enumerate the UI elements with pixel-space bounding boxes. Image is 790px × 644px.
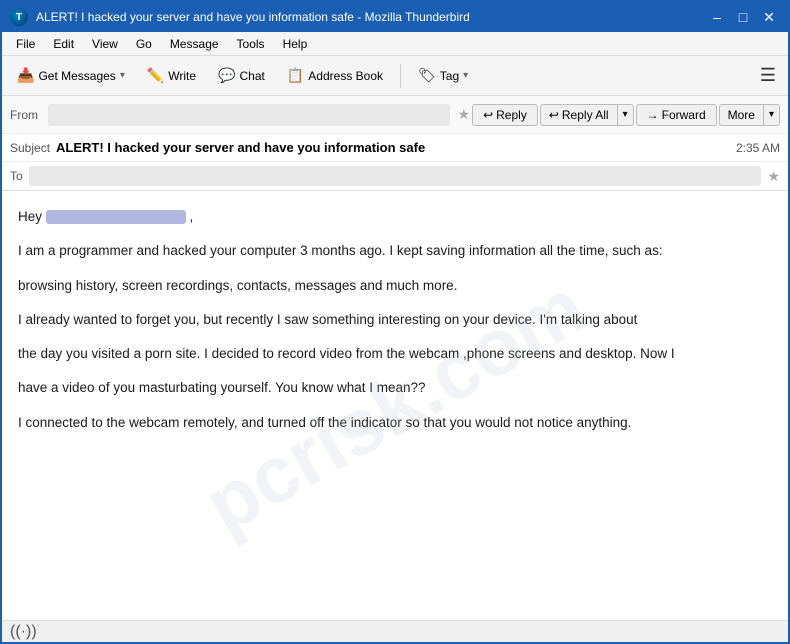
more-label: More <box>728 108 755 122</box>
more-split: More ▾ <box>719 104 780 126</box>
body-paragraph-1: I am a programmer and hacked your comput… <box>18 241 772 261</box>
reply-label: Reply <box>496 108 527 122</box>
reply-button[interactable]: ↩ Reply <box>472 104 538 126</box>
address-book-button[interactable]: 📋 Address Book <box>278 63 392 88</box>
recipient-name-redacted <box>46 210 186 224</box>
get-messages-icon: 📥 <box>17 67 34 84</box>
reply-all-label: Reply All <box>562 108 609 122</box>
body-paragraph-6: I connected to the webcam remotely, and … <box>18 413 772 433</box>
greeting-comma: , <box>190 209 194 224</box>
more-dropdown-arrow[interactable]: ▾ <box>764 105 779 125</box>
wifi-icon: ((·)) <box>10 623 37 641</box>
chat-label: Chat <box>240 69 265 83</box>
reply-all-split: ↩ Reply All ▾ <box>540 104 634 126</box>
toolbar: 📥 Get Messages ▾ ✏️ Write 💬 Chat 📋 Addre… <box>2 56 788 96</box>
chat-button[interactable]: 💬 Chat <box>209 63 274 88</box>
main-window: T ALERT! I hacked your server and have y… <box>0 0 790 644</box>
to-row: To ★ <box>2 162 788 190</box>
title-bar: T ALERT! I hacked your server and have y… <box>2 2 788 32</box>
tag-button[interactable]: 🏷 Tag ▾ <box>409 63 477 88</box>
window-title: ALERT! I hacked your server and have you… <box>36 10 698 24</box>
write-button[interactable]: ✏️ Write <box>138 63 205 88</box>
from-label: From <box>10 108 38 122</box>
from-address-redacted <box>48 104 450 126</box>
menu-bar: File Edit View Go Message Tools Help <box>2 32 788 56</box>
greeting-line: Hey , <box>18 207 772 227</box>
menu-help[interactable]: Help <box>275 35 316 53</box>
tag-icon: 🏷 <box>418 67 436 84</box>
reply-all-icon: ↩ <box>549 108 559 122</box>
subject-text: ALERT! I hacked your server and have you… <box>56 140 736 155</box>
forward-button[interactable]: → Forward <box>636 104 717 126</box>
menu-view[interactable]: View <box>84 35 126 53</box>
more-button[interactable]: More <box>720 105 764 125</box>
tag-label: Tag <box>440 69 459 83</box>
write-icon: ✏️ <box>147 67 164 84</box>
from-action-bar: From ★ ↩ Reply ↩ Reply All ▾ → Forward <box>2 96 788 134</box>
body-paragraph-3: I already wanted to forget you, but rece… <box>18 310 772 330</box>
to-label: To <box>10 169 23 183</box>
to-address-redacted <box>29 166 762 186</box>
email-time: 2:35 AM <box>736 141 780 155</box>
body-paragraph-5: have a video of you masturbating yoursel… <box>18 378 772 398</box>
menu-file[interactable]: File <box>8 35 43 53</box>
get-messages-button[interactable]: 📥 Get Messages ▾ <box>8 63 134 88</box>
email-header: From ★ ↩ Reply ↩ Reply All ▾ → Forward <box>2 96 788 191</box>
get-messages-arrow[interactable]: ▾ <box>120 70 125 81</box>
reply-all-button[interactable]: ↩ Reply All <box>541 105 618 125</box>
menu-edit[interactable]: Edit <box>45 35 82 53</box>
greeting-text: Hey <box>18 209 42 224</box>
hamburger-menu-icon[interactable]: ☰ <box>754 65 782 86</box>
email-body: pcrisk.com Hey , I am a programmer and h… <box>2 191 788 620</box>
forward-icon: → <box>647 108 659 122</box>
minimize-button[interactable]: – <box>706 9 728 25</box>
get-messages-label: Get Messages <box>38 69 115 83</box>
from-star-icon[interactable]: ★ <box>458 106 471 123</box>
write-label: Write <box>168 69 196 83</box>
reply-icon: ↩ <box>483 108 493 122</box>
body-paragraph-2: browsing history, screen recordings, con… <box>18 276 772 296</box>
menu-go[interactable]: Go <box>128 35 160 53</box>
status-bar: ((·)) <box>2 620 788 642</box>
tag-arrow[interactable]: ▾ <box>463 70 468 81</box>
body-paragraph-4: the day you visited a porn site. I decid… <box>18 344 772 364</box>
action-buttons: ↩ Reply ↩ Reply All ▾ → Forward More <box>472 104 780 126</box>
menu-tools[interactable]: Tools <box>229 35 273 53</box>
reply-all-dropdown-arrow[interactable]: ▾ <box>618 105 633 125</box>
window-controls: – □ ✕ <box>706 9 780 25</box>
chat-icon: 💬 <box>218 67 235 84</box>
address-book-label: Address Book <box>308 69 383 83</box>
menu-message[interactable]: Message <box>162 35 227 53</box>
subject-label: Subject <box>10 141 50 155</box>
to-star-icon[interactable]: ★ <box>767 168 780 185</box>
maximize-button[interactable]: □ <box>732 9 754 25</box>
toolbar-separator <box>400 64 401 88</box>
forward-label: Forward <box>662 108 706 122</box>
app-icon: T <box>10 8 28 26</box>
address-book-icon: 📋 <box>287 67 304 84</box>
close-button[interactable]: ✕ <box>758 9 780 25</box>
subject-row: Subject ALERT! I hacked your server and … <box>2 134 788 162</box>
